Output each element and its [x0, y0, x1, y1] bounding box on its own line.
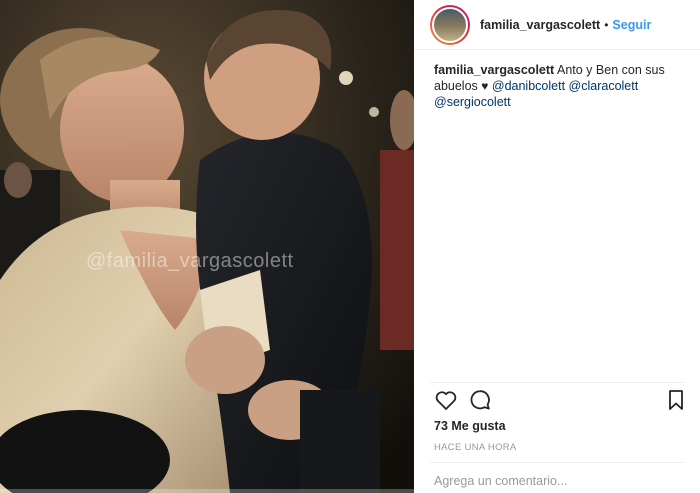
- post-actions-bar: [430, 388, 688, 416]
- bookmark-icon[interactable]: [664, 388, 688, 417]
- post-video[interactable]: @familia_vargascolett: [0, 0, 414, 493]
- separator-dot: •: [604, 17, 609, 32]
- comment-bubble-icon[interactable]: [468, 388, 492, 417]
- header-username-link[interactable]: familia_vargascolett: [480, 18, 600, 32]
- post-caption: familia_vargascolett Anto y Ben con sus …: [434, 62, 684, 110]
- heart-outline-icon[interactable]: [434, 388, 458, 417]
- mention-link[interactable]: @sergiocolett: [434, 95, 511, 109]
- mention-link[interactable]: @claracolett: [569, 79, 639, 93]
- follow-button[interactable]: Seguir: [612, 18, 651, 32]
- post-header: familia_vargascolett • Seguir: [414, 0, 700, 50]
- likes-count[interactable]: 73 Me gusta: [434, 419, 506, 433]
- post-side-panel: familia_vargascolett • Seguir familia_va…: [414, 0, 700, 493]
- instagram-post-view: @familia_vargascolett familia_vargascole…: [0, 0, 700, 493]
- mention-link[interactable]: @danibcolett: [492, 79, 565, 93]
- video-frame: [0, 0, 414, 493]
- post-timestamp[interactable]: HACE UNA HORA: [434, 442, 517, 453]
- divider: [430, 462, 684, 463]
- watermark-text: @familia_vargascolett: [86, 250, 294, 272]
- video-progress-bar[interactable]: [0, 489, 414, 493]
- black-heart-emoji: ♥: [481, 79, 489, 93]
- comment-input[interactable]: [434, 474, 674, 488]
- story-ring[interactable]: [430, 4, 470, 45]
- divider: [430, 382, 684, 383]
- avatar[interactable]: [432, 6, 468, 43]
- caption-username-link[interactable]: familia_vargascolett: [434, 63, 554, 77]
